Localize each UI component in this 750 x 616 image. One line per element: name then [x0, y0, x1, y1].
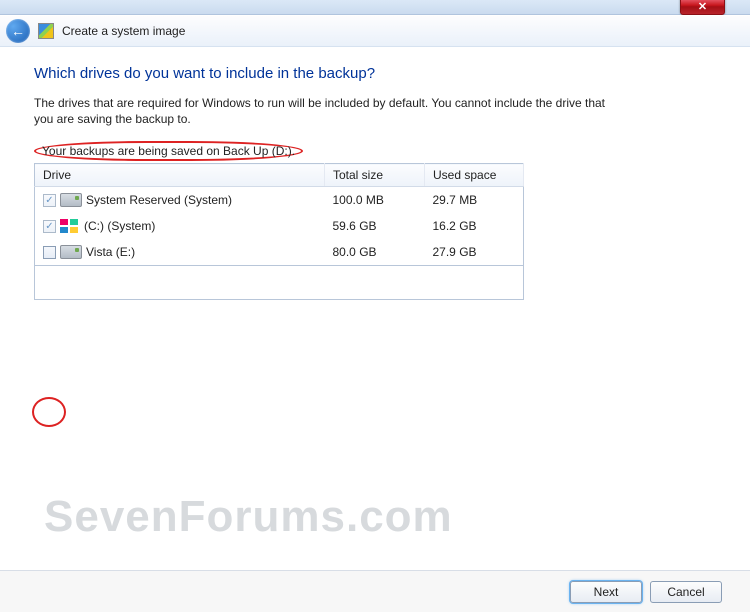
drive-total: 100.0 MB [325, 187, 425, 214]
footer-bar: Next Cancel [0, 570, 750, 612]
annotation-oval: Your backups are being saved on Back Up … [34, 141, 303, 161]
back-button[interactable]: ← [6, 19, 30, 43]
table-row: ✓ Vista (E:) 80.0 GB27.9 GB [35, 239, 524, 266]
next-button[interactable]: Next [570, 581, 642, 603]
close-button[interactable]: ✕ [680, 0, 725, 15]
nav-bar: ← Create a system image [0, 15, 750, 47]
drives-table: Drive Total size Used space ✓ System Rese… [34, 163, 524, 266]
back-arrow-icon: ← [11, 23, 25, 39]
titlebar: ✕ [0, 0, 750, 15]
drive-checkbox: ✓ [43, 194, 56, 207]
drives-table-wrap: Drive Total size Used space ✓ System Rese… [34, 163, 524, 300]
page-description: The drives that are required for Windows… [34, 96, 614, 127]
col-drive[interactable]: Drive [35, 164, 325, 187]
drive-name: (C:) (System) [84, 219, 155, 233]
windows-drive-icon [60, 219, 78, 233]
drive-checkbox: ✓ [43, 220, 56, 233]
drive-name: System Reserved (System) [86, 193, 232, 207]
content-area: Which drives do you want to include in t… [34, 55, 716, 556]
col-total[interactable]: Total size [325, 164, 425, 187]
drive-total: 80.0 GB [325, 239, 425, 266]
save-location-note: Your backups are being saved on Back Up … [34, 141, 716, 161]
table-row: ✓ System Reserved (System) 100.0 MB29.7 MB [35, 187, 524, 214]
window-title: Create a system image [62, 24, 185, 38]
cancel-button[interactable]: Cancel [650, 581, 722, 603]
drive-checkbox[interactable]: ✓ [43, 246, 56, 259]
hard-drive-icon [60, 245, 82, 259]
drive-total: 59.6 GB [325, 213, 425, 239]
app-icon [38, 23, 54, 39]
drive-used: 29.7 MB [425, 187, 524, 214]
drive-used: 27.9 GB [425, 239, 524, 266]
annotation-circle [32, 397, 66, 427]
drive-used: 16.2 GB [425, 213, 524, 239]
watermark-text: SevenForums.com [44, 492, 453, 542]
col-used[interactable]: Used space [425, 164, 524, 187]
page-heading: Which drives do you want to include in t… [34, 65, 716, 82]
hard-drive-icon [60, 193, 82, 207]
table-row: ✓ (C:) (System) 59.6 GB16.2 GB [35, 213, 524, 239]
drive-name: Vista (E:) [86, 245, 135, 259]
table-empty-area [34, 266, 524, 300]
close-icon: ✕ [698, 0, 707, 13]
